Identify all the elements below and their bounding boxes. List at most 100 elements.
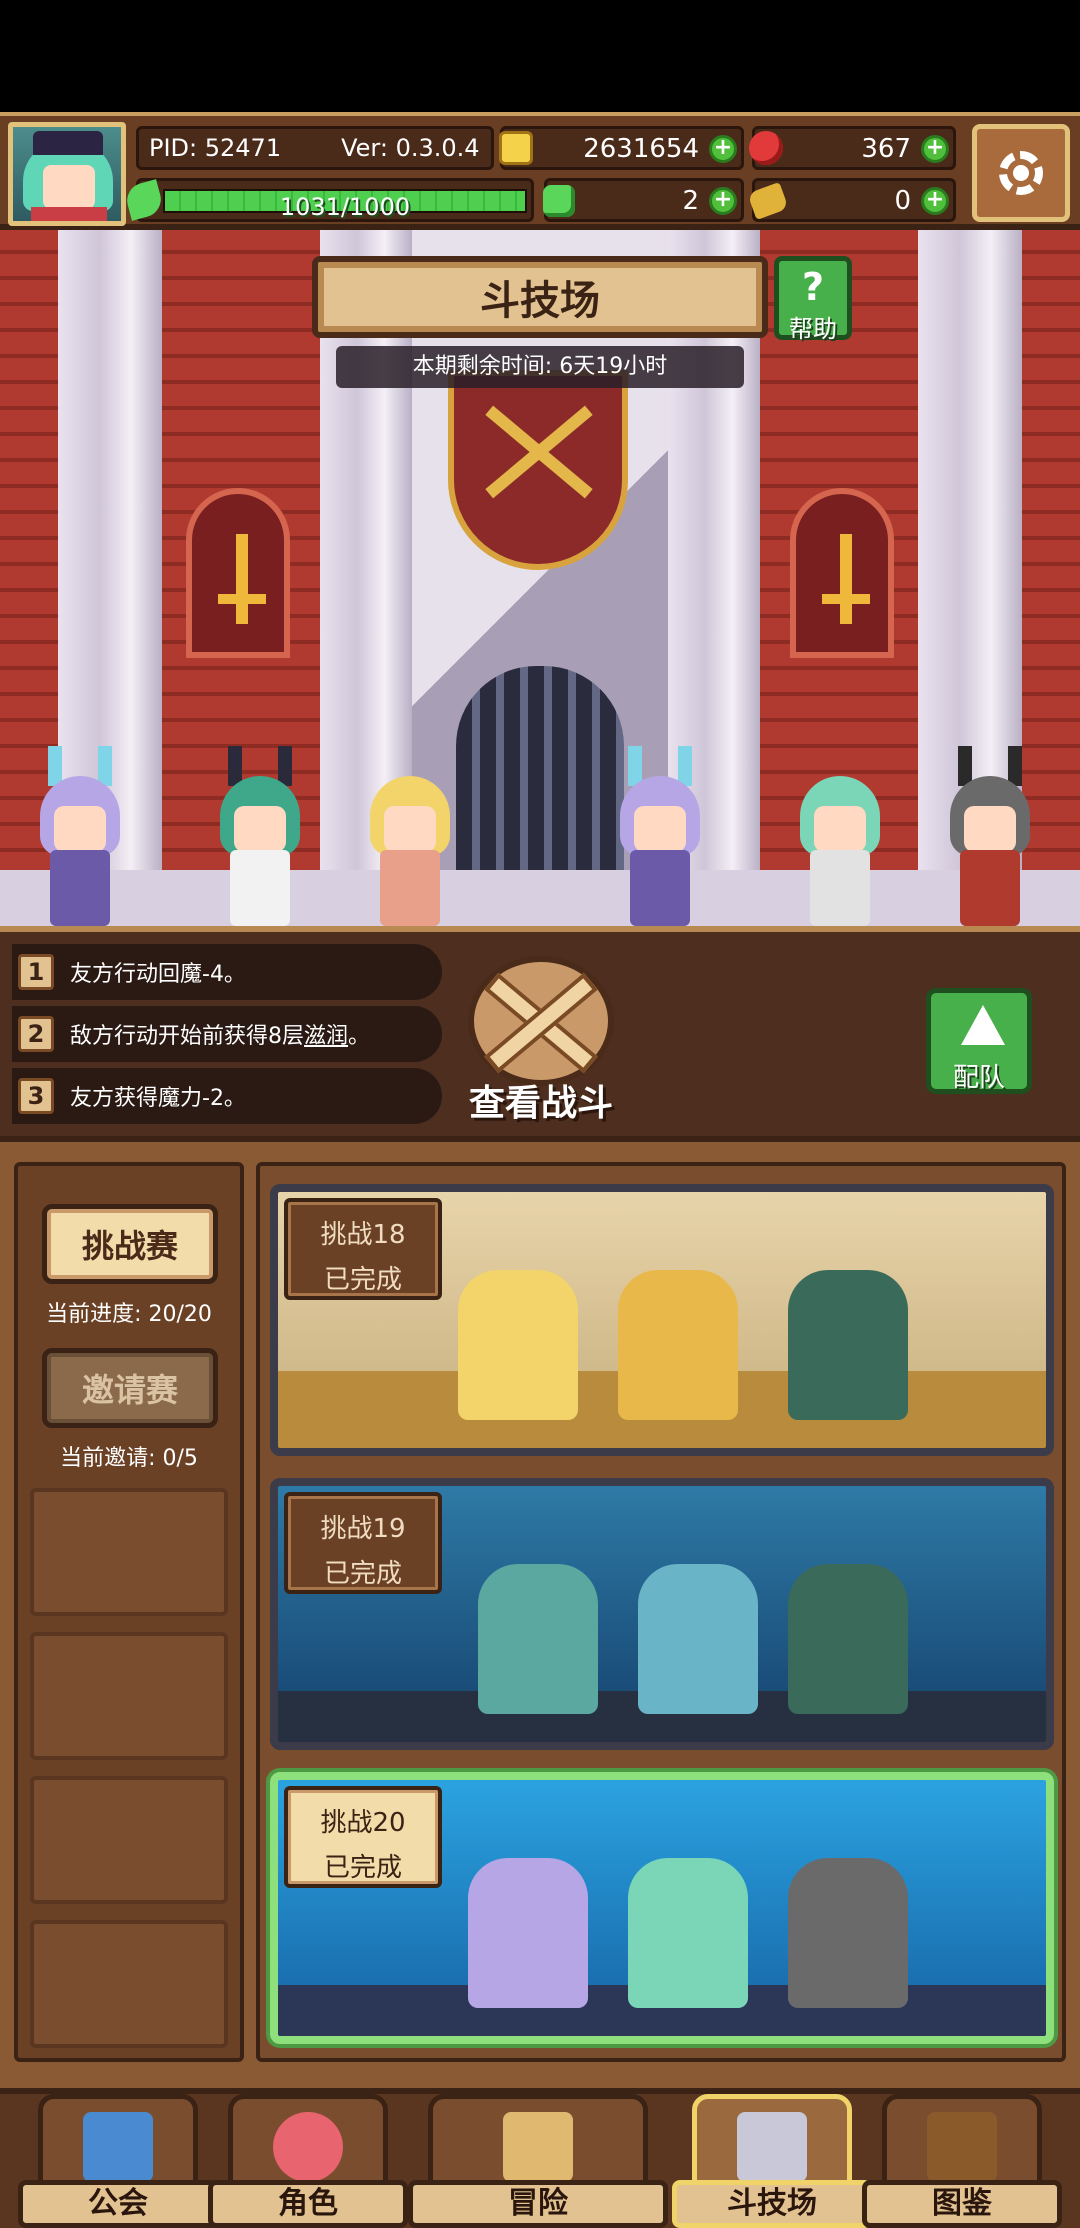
challenge-name: 挑战20 (320, 1808, 406, 1838)
gem-counter: 367 + (749, 126, 956, 170)
crest-banner (448, 370, 628, 570)
status-bar (0, 0, 1080, 112)
question-icon: ? (801, 265, 825, 309)
add-bread-button[interactable]: + (921, 187, 949, 215)
nav-adventure[interactable]: 冒险 (408, 2094, 668, 2228)
rule-number: 1 (18, 954, 54, 990)
player-id: PID: 52471 (149, 134, 282, 162)
hero-sprite (468, 1858, 588, 2008)
enemy-sprite (788, 1564, 908, 1714)
character-icon (273, 2112, 343, 2182)
nav-codex[interactable]: 图鉴 (862, 2094, 1062, 2228)
team-label: 配队 (952, 1063, 1005, 1093)
hero-sprite (350, 746, 470, 926)
view-battle-button[interactable]: 查看战斗 (456, 956, 626, 1124)
game-version: Ver: 0.3.0.4 (341, 134, 480, 162)
battle-rules-band: 1 友方行动回魔-4。 2 敌方行动开始前获得8层滋润。 3 友方获得魔力-2。… (0, 926, 1080, 1136)
gem-icon (749, 131, 783, 165)
nav-arena[interactable]: 斗技场 (672, 2094, 872, 2228)
help-label: 帮助 (789, 315, 837, 343)
challenge-status: 已完成 (323, 1265, 402, 1295)
team-icon (961, 1005, 1005, 1045)
enemy-sprite (788, 1270, 908, 1420)
enemy-sprite (478, 1564, 598, 1714)
settings-button[interactable] (972, 124, 1070, 222)
coin-icon (499, 131, 533, 165)
tab-challenge[interactable]: 挑战赛 (42, 1204, 218, 1284)
keyword-link[interactable]: 滋润 (304, 1024, 348, 1049)
challenge-progress: 当前进度: 20/20 (46, 1302, 212, 1327)
nav-arena-label: 斗技场 (672, 2180, 872, 2228)
add-gold-button[interactable]: + (709, 135, 737, 163)
empty-slot (30, 1920, 228, 2048)
rule-item: 3 友方获得魔力-2。 (12, 1068, 442, 1124)
clover-value: 2 (682, 186, 699, 216)
nav-guild[interactable]: 公会 (18, 2094, 218, 2228)
arena-icon (737, 2112, 807, 2182)
sword-niche-right (790, 488, 894, 658)
player-info-pill: PID: 52471 Ver: 0.3.0.4 (136, 126, 494, 170)
help-button[interactable]: ? 帮助 (774, 256, 852, 343)
challenge-list: 挑战18 已完成 挑战19 已完成 挑战20 已完成 (256, 1162, 1066, 2062)
bottom-nav: 公会 角色 冒险 斗技场 图鉴 (0, 2088, 1080, 2228)
challenge-badge: 挑战18 已完成 (284, 1198, 442, 1300)
rule-text: 敌方行动开始前获得8层滋润。 (70, 1024, 371, 1049)
rule-item: 2 敌方行动开始前获得8层滋润。 (12, 1006, 442, 1062)
hero-sprite (200, 746, 320, 926)
hero-sprite (628, 1858, 748, 2008)
challenge-badge: 挑战20 已完成 (284, 1786, 442, 1888)
challenge-name: 挑战18 (320, 1220, 406, 1250)
gold-counter: 2631654 + (499, 126, 744, 170)
gem-value: 367 (861, 134, 911, 164)
gold-value: 2631654 (583, 134, 699, 164)
hero-sprite (788, 1858, 908, 2008)
guild-icon (83, 2112, 153, 2182)
hero-sprite (600, 746, 720, 926)
player-avatar[interactable] (8, 122, 126, 226)
arena-scene: 斗技场 ? 帮助 本期剩余时间: 6天19小时 (0, 230, 1080, 926)
mode-sidebar: 挑战赛 当前进度: 20/20 邀请赛 当前邀请: 0/5 (14, 1162, 244, 2062)
page-title-text: 斗技场 (480, 278, 600, 324)
leaf-icon (123, 179, 165, 221)
nav-character[interactable]: 角色 (208, 2094, 408, 2228)
nav-guild-label: 公会 (18, 2180, 218, 2228)
nav-character-label: 角色 (208, 2180, 408, 2228)
clover-counter: 2 + (543, 178, 744, 222)
exp-value: 1031/1000 (279, 193, 411, 221)
exp-bar: 1031/1000 (163, 189, 527, 221)
nav-codex-label: 图鉴 (862, 2180, 1062, 2228)
view-battle-label: 查看战斗 (468, 1083, 613, 1124)
add-gem-button[interactable]: + (921, 135, 949, 163)
main-panel: 挑战赛 当前进度: 20/20 邀请赛 当前邀请: 0/5 挑战18 已完成 挑… (0, 1136, 1080, 2088)
team-setup-button[interactable]: 配队 (926, 988, 1032, 1094)
challenge-name: 挑战19 (320, 1514, 406, 1544)
challenge-card[interactable]: 挑战18 已完成 (270, 1184, 1054, 1456)
rule-number: 2 (18, 1016, 54, 1052)
codex-icon (927, 2112, 997, 2182)
challenge-card[interactable]: 挑战19 已完成 (270, 1478, 1054, 1750)
add-clover-button[interactable]: + (709, 187, 737, 215)
enemy-sprite (458, 1270, 578, 1420)
page-title: 斗技场 (312, 256, 768, 338)
enemy-sprite (618, 1270, 738, 1420)
bread-counter: 0 + (747, 178, 956, 222)
empty-slot (30, 1488, 228, 1616)
empty-slot (30, 1632, 228, 1760)
challenge-card[interactable]: 挑战20 已完成 (270, 1772, 1054, 2044)
exp-bar-container: 1031/1000 (123, 178, 534, 222)
hero-sprite (20, 746, 140, 926)
season-timer: 本期剩余时间: 6天19小时 (336, 346, 744, 388)
hero-sprite (780, 746, 900, 926)
rule-text: 友方获得魔力-2。 (70, 1086, 246, 1111)
sword-niche-left (186, 488, 290, 658)
tab-invite[interactable]: 邀请赛 (42, 1348, 218, 1428)
rule-text: 友方行动回魔-4。 (70, 962, 246, 987)
challenge-status: 已完成 (323, 1853, 402, 1883)
hero-sprite (930, 746, 1050, 926)
bread-value: 0 (894, 186, 911, 216)
rule-item: 1 友方行动回魔-4。 (12, 944, 442, 1000)
empty-slot (30, 1776, 228, 1904)
enemy-sprite (638, 1564, 758, 1714)
top-hud: PID: 52471 Ver: 0.3.0.4 2631654 + 367 + … (0, 112, 1080, 230)
invite-progress: 当前邀请: 0/5 (60, 1446, 198, 1471)
